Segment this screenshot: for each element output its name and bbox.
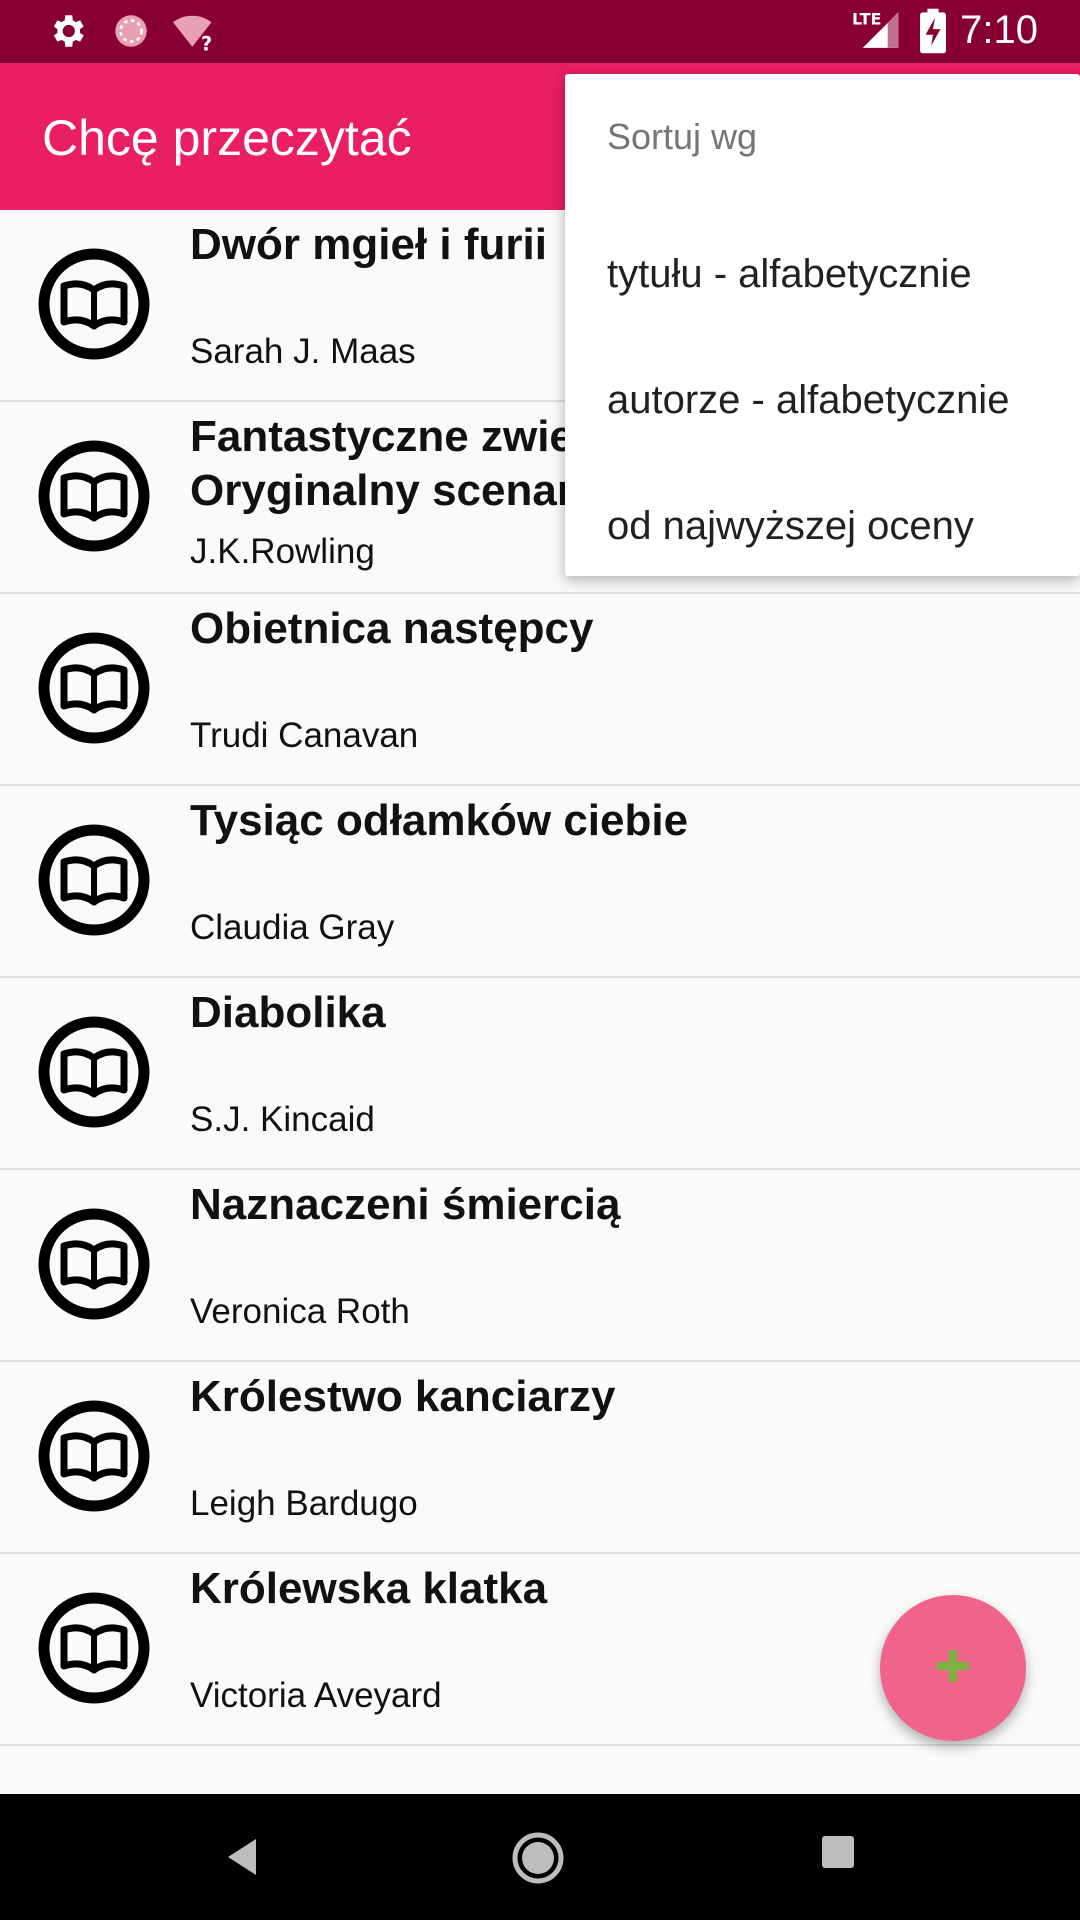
recents-icon[interactable] — [820, 1834, 856, 1875]
book-icon — [38, 1208, 150, 1320]
list-item[interactable]: Diabolika S.J. Kincaid — [0, 978, 1080, 1170]
book-icon — [38, 248, 150, 360]
book-author: Sarah J. Maas — [190, 332, 416, 371]
book-title: Królestwo kanciarzy — [190, 1372, 616, 1421]
sort-by-title-item[interactable]: tytułu - alfabetycznie — [565, 211, 1080, 337]
status-bar: ? LTE 7:10 — [0, 0, 1080, 63]
sync-icon — [110, 10, 152, 57]
book-author: Leigh Bardugo — [190, 1484, 418, 1523]
book-author: Trudi Canavan — [190, 716, 419, 755]
signal-icon: LTE — [852, 8, 902, 57]
navigation-bar — [0, 1794, 1080, 1920]
svg-text:LTE: LTE — [852, 10, 882, 29]
battery-charging-icon — [920, 8, 946, 59]
back-icon[interactable] — [222, 1827, 262, 1892]
book-title: Naznaczeni śmiercią — [190, 1180, 621, 1229]
settings-icon — [46, 10, 88, 57]
book-author: Claudia Gray — [190, 908, 395, 947]
sort-menu-header: Sortuj wg — [607, 116, 758, 157]
book-author: J.K.Rowling — [190, 532, 375, 571]
book-icon — [38, 1400, 150, 1512]
sort-by-rating-item[interactable]: od najwyższej oceny — [565, 463, 1080, 589]
book-icon — [38, 632, 150, 744]
book-icon — [38, 824, 150, 936]
add-book-button[interactable] — [880, 1595, 1026, 1741]
list-item[interactable]: Tysiąc odłamków ciebie Claudia Gray — [0, 786, 1080, 978]
book-icon — [38, 1016, 150, 1128]
book-icon — [38, 1592, 150, 1704]
home-icon[interactable] — [510, 1830, 566, 1891]
list-item[interactable]: Naznaczeni śmiercią Veronica Roth — [0, 1170, 1080, 1362]
sort-by-author-item[interactable]: autorze - alfabetycznie — [565, 337, 1080, 463]
book-icon — [38, 440, 150, 552]
book-title: Tysiąc odłamków ciebie — [190, 796, 689, 845]
list-item[interactable]: Obietnica następcy Trudi Canavan — [0, 594, 1080, 786]
sort-menu: Sortuj wg tytułu - alfabetycznie autorze… — [565, 74, 1080, 576]
book-author: Victoria Aveyard — [190, 1676, 442, 1715]
book-author: Veronica Roth — [190, 1292, 410, 1331]
plus-icon — [933, 1646, 973, 1691]
status-time: 7:10 — [960, 8, 1038, 52]
book-title: Diabolika — [190, 988, 386, 1037]
screen: ? LTE 7:10 Chcę przeczytać Dwór mgieł i … — [0, 0, 1080, 1920]
wifi-unknown-icon: ? — [170, 10, 218, 57]
list-item[interactable]: Królestwo kanciarzy Leigh Bardugo — [0, 1362, 1080, 1554]
book-author: S.J. Kincaid — [190, 1100, 375, 1139]
page-title: Chcę przeczytać — [42, 110, 412, 166]
book-title: Obietnica następcy — [190, 604, 594, 653]
svg-text:?: ? — [201, 32, 212, 52]
